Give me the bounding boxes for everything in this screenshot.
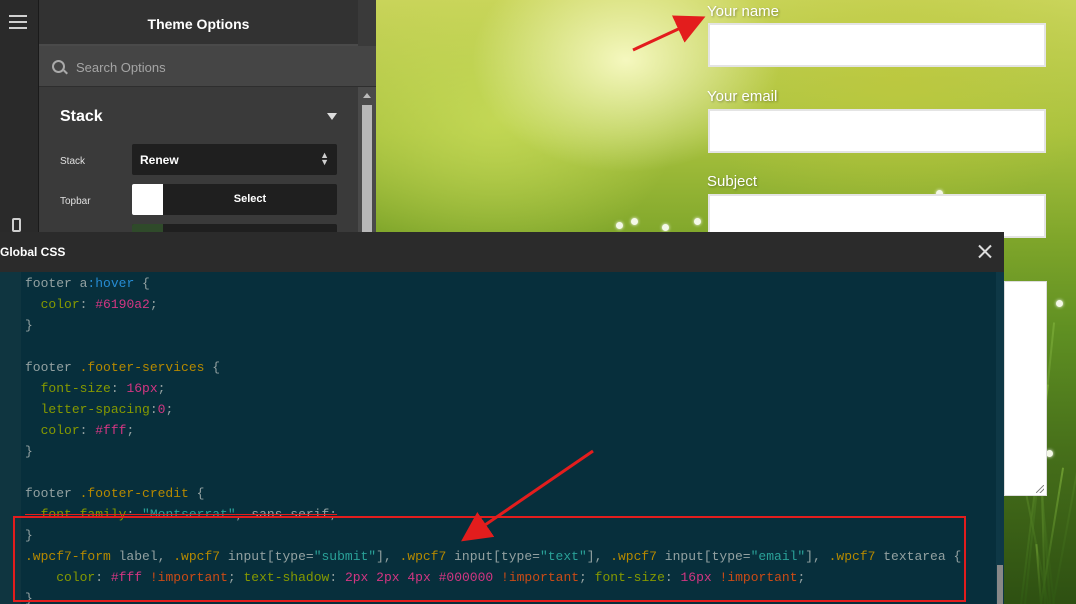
up-down-chevron-icon: ▲ ▼	[320, 150, 329, 167]
panel-scrollbar[interactable]	[358, 87, 376, 240]
label-subject: Subject	[707, 173, 758, 190]
modal-header: Global CSS	[0, 232, 1004, 272]
topbar-color-picker[interactable]: Select	[132, 184, 337, 215]
search-icon	[52, 60, 65, 73]
flower	[1046, 450, 1053, 457]
menu-icon[interactable]	[9, 15, 27, 29]
your-email-input[interactable]	[708, 109, 1046, 153]
color-select-button[interactable]: Select	[163, 193, 337, 205]
label-your-email: Your email	[707, 88, 778, 105]
theme-options-panel: Theme Options Search Options Stack Stack…	[39, 0, 376, 255]
modal-title: Global CSS	[0, 245, 66, 259]
mobile-device-icon[interactable]	[12, 218, 21, 232]
label-your-name: Your name	[707, 3, 779, 20]
panel-scroll-thumb[interactable]	[362, 105, 372, 240]
flower	[631, 218, 638, 225]
panel-body: Stack Stack Renew ▲ ▼ Topbar Select	[39, 87, 358, 255]
flower	[616, 222, 623, 229]
grass-blade	[1052, 341, 1076, 604]
code-line[interactable]: color: #6190a2;	[25, 295, 158, 315]
your-name-input[interactable]	[708, 23, 1046, 67]
section-title-stack[interactable]: Stack	[60, 108, 103, 126]
code-line[interactable]: footer a:hover {	[25, 274, 150, 294]
panel-title: Theme Options	[147, 16, 250, 32]
highlight-annotation	[13, 516, 966, 602]
code-line[interactable]: letter-spacing:0;	[25, 400, 174, 420]
topbar-label: Topbar	[60, 196, 91, 207]
code-line[interactable]: color: #fff;	[25, 421, 135, 441]
flower	[694, 218, 701, 225]
collapse-caret-icon[interactable]	[327, 113, 337, 120]
code-line[interactable]: }	[25, 316, 33, 336]
color-swatch[interactable]	[132, 184, 163, 215]
code-line[interactable]: footer .footer-credit {	[25, 484, 204, 504]
stack-label: Stack	[60, 156, 86, 167]
admin-sidebar	[0, 0, 39, 240]
editor-scrollbar[interactable]	[996, 272, 1004, 604]
search-options-field[interactable]: Search Options	[39, 46, 376, 87]
search-placeholder: Search Options	[76, 60, 166, 75]
stack-select-value: Renew	[140, 153, 179, 167]
close-icon[interactable]	[975, 242, 995, 262]
scroll-up-icon[interactable]	[363, 93, 371, 98]
code-line[interactable]: footer .footer-services {	[25, 358, 220, 378]
code-line[interactable]: font-size: 16px;	[25, 379, 166, 399]
editor-scroll-thumb[interactable]	[997, 565, 1003, 604]
stack-select[interactable]: Renew ▲ ▼	[132, 144, 337, 175]
flower	[1056, 300, 1063, 307]
message-textarea[interactable]	[1004, 281, 1047, 496]
code-line[interactable]: }	[25, 442, 33, 462]
panel-header: Theme Options	[39, 0, 358, 46]
resize-grip-icon[interactable]	[1036, 485, 1044, 493]
flower	[662, 224, 669, 231]
